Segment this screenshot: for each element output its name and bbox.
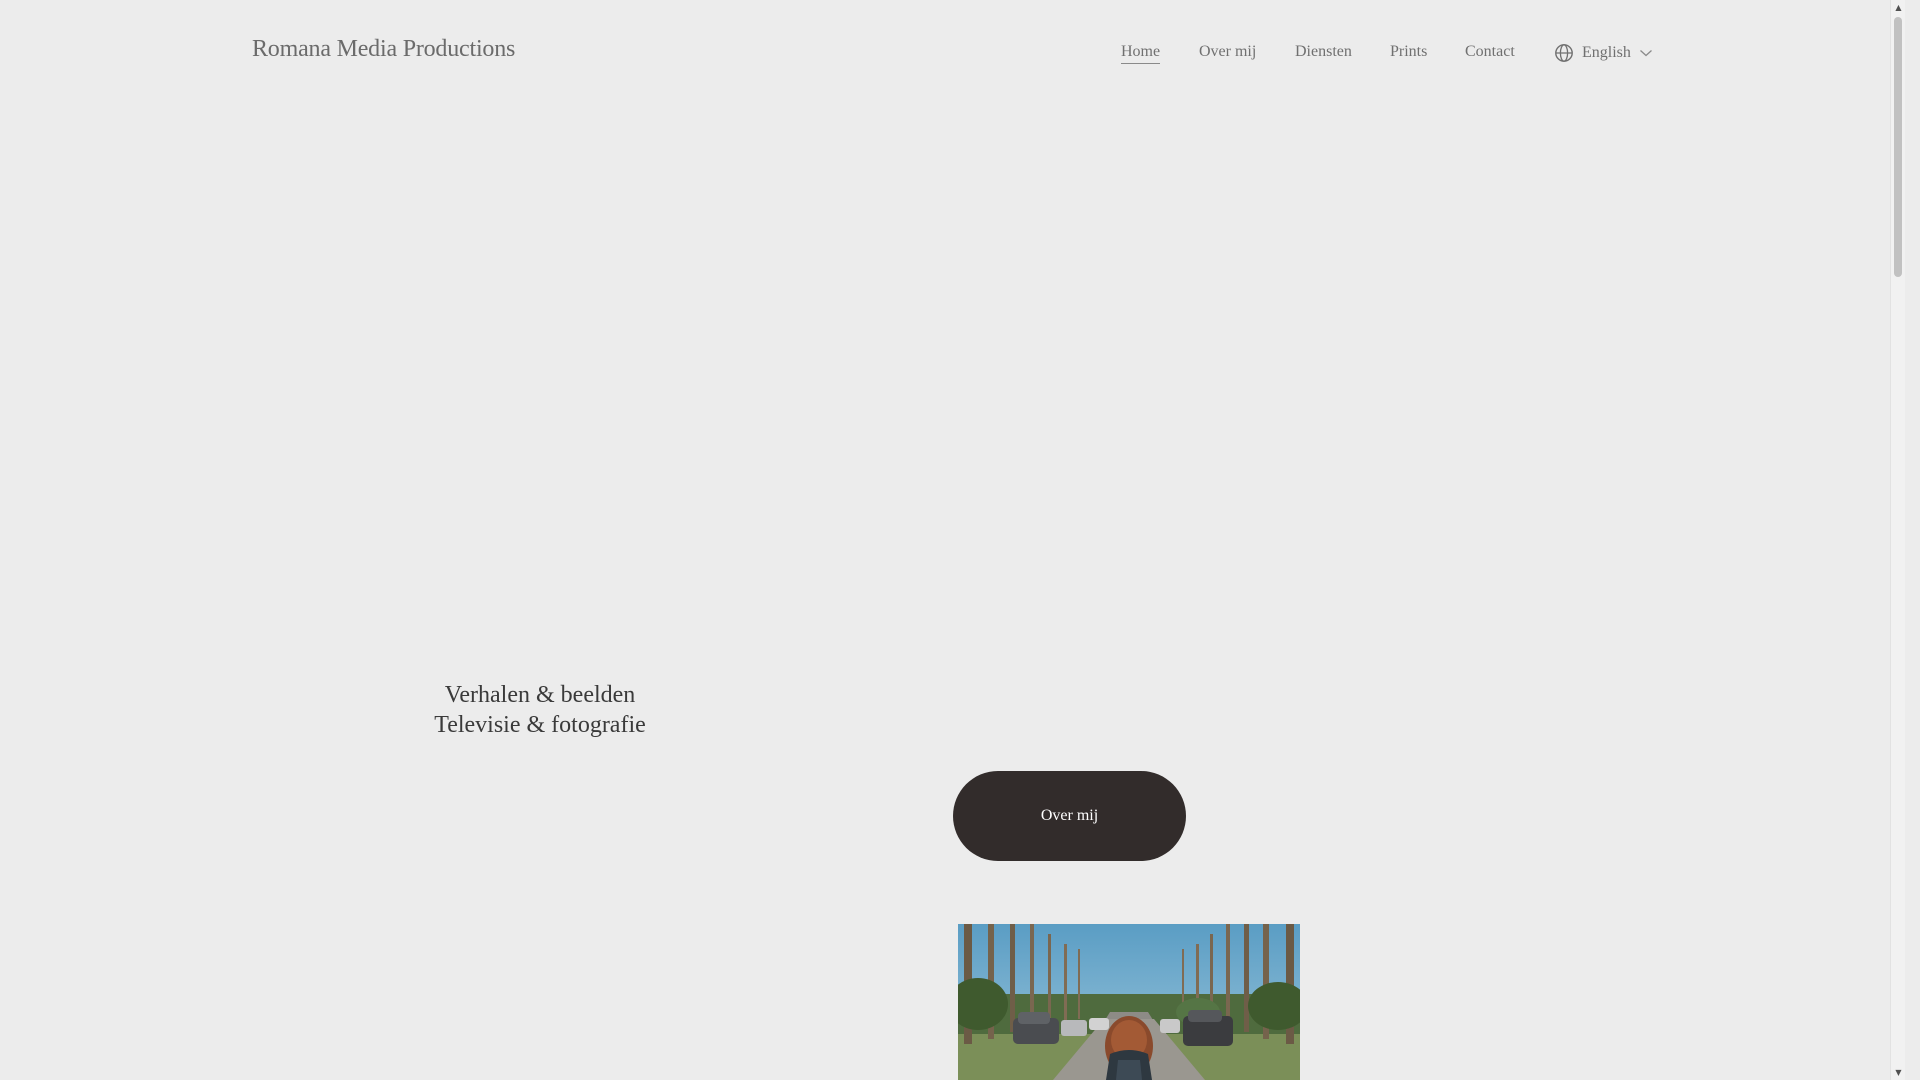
hero-tagline: Verhalen & beelden Televisie & fotografi…	[380, 680, 700, 740]
hero-line-1: Verhalen & beelden	[444, 682, 636, 708]
language-selector[interactable]: English	[1554, 42, 1653, 64]
globe-icon	[1554, 43, 1574, 63]
scroll-thumb[interactable]	[1894, 17, 1902, 277]
language-label: English	[1582, 44, 1631, 61]
nav-contact[interactable]: Contact	[1465, 42, 1515, 62]
nav-diensten[interactable]: Diensten	[1295, 42, 1352, 62]
over-mij-button[interactable]: Over mij	[953, 771, 1186, 861]
nav-over-mij[interactable]: Over mij	[1199, 42, 1256, 62]
hero-photo	[958, 924, 1300, 1080]
nav-home[interactable]: Home	[1121, 42, 1161, 64]
vertical-scrollbar[interactable]: ▲ ▼	[1890, 0, 1905, 1080]
site-title[interactable]: Romana Media Productions	[252, 36, 515, 63]
chevron-down-icon	[1639, 48, 1653, 58]
page: Romana Media Productions Home Over mij D…	[0, 0, 1905, 1080]
hero-line-2: Televisie & fotografie	[434, 712, 646, 738]
scroll-down-icon[interactable]: ▼	[1891, 1065, 1906, 1080]
scroll-up-icon[interactable]: ▲	[1891, 0, 1906, 15]
nav-prints[interactable]: Prints	[1390, 42, 1427, 62]
